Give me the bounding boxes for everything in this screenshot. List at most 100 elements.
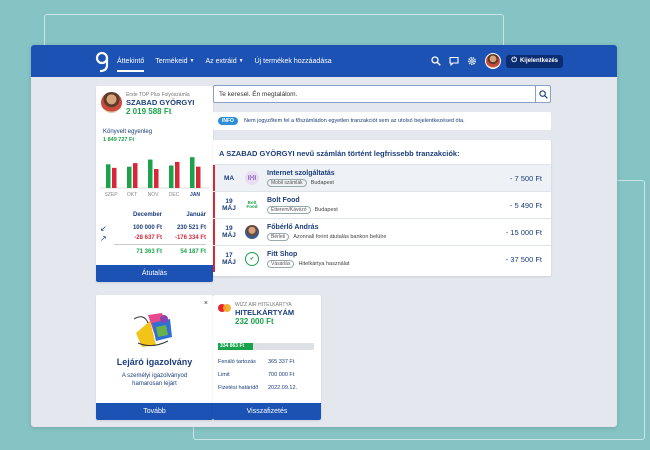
date-month: MÁJ <box>222 259 236 266</box>
comparison-header: December <box>132 212 162 218</box>
top-nav: Áttekintő Termékeid ▼ Az extráid ▼ Új term… <box>31 45 617 77</box>
chart-bar-income <box>127 166 132 188</box>
expire-title: Lejáró igazolvány <box>116 357 193 367</box>
net-dec: 71 363 Ft <box>136 249 162 255</box>
chart-bar-expense <box>133 163 138 188</box>
search-input[interactable]: Te keresel. Én megtalálom. <box>213 85 551 103</box>
chat-icon[interactable] <box>448 55 460 67</box>
power-icon: ⏻ <box>511 57 517 64</box>
date-month: MÁJ <box>222 232 236 239</box>
transfer-button[interactable]: Átutalás <box>96 265 213 282</box>
category-tag: Étterem/Kávézó <box>267 205 311 214</box>
expiring-id-card: × Lejáró igazolvány A személyi igazolván… <box>96 295 213 420</box>
info-badge: INFO <box>218 117 238 125</box>
account-name: SZABAD GYÖRGYI <box>126 98 195 107</box>
credit-progress-bar: 334 863 Ft <box>218 343 314 350</box>
antenna-icon: ((•)) <box>245 171 259 185</box>
credit-name: HITELKÁRTYÁM <box>235 308 295 317</box>
chart-tick-label: NOV <box>148 192 160 198</box>
chevron-down-icon: ▼ <box>189 58 195 64</box>
credit-row-label: Fizetési határidő <box>218 385 259 391</box>
transaction-detail: Hitelkártya használat <box>298 260 350 267</box>
id-card-illustration-icon <box>133 313 172 347</box>
account-avatar <box>101 92 122 113</box>
transaction-row[interactable]: 19 MÁJ Bolt Food Bolt Food Étterem/Kávézó B… <box>213 191 551 218</box>
transaction-row[interactable]: MA ((•)) Internet szolgáltatás Mobil szá… <box>213 164 551 191</box>
app-window: Áttekintő Termékeid ▼ Az extráid ▼ Új term… <box>31 45 617 427</box>
category-tag: Bérleti <box>267 232 290 241</box>
nav-label: Az extráid <box>205 57 237 65</box>
date-day: MA <box>223 174 235 182</box>
divider <box>114 244 206 245</box>
repay-button[interactable]: Visszafizetés <box>213 403 321 420</box>
chart-bar-expense <box>196 166 201 188</box>
chart-tick-label: SZEP <box>104 192 118 198</box>
expire-text: A személyi igazolványod hamarosan lejárt <box>121 373 188 387</box>
expense-jan: -176 334 Ft <box>174 235 206 241</box>
chart-tick-label: JAN <box>190 192 200 198</box>
search-placeholder: Te keresel. Én megtalálom. <box>219 90 298 98</box>
chevron-down-icon: ▼ <box>238 58 244 64</box>
expense-dec: -28 637 Ft <box>134 235 162 241</box>
credit-row: Limit 700 000 Ft <box>218 372 318 378</box>
chart-bar-expense <box>175 161 180 188</box>
chart-bar-income <box>169 165 174 188</box>
george-logo-icon[interactable] <box>94 51 110 73</box>
credit-row-label: Fenáló tartozás <box>218 359 256 365</box>
close-icon[interactable]: × <box>204 300 208 307</box>
transaction-name: Internet szolgáltatás <box>267 169 335 177</box>
continue-button[interactable]: Tovább <box>96 403 213 420</box>
account-balance: 2 019 588 Ft <box>126 107 172 116</box>
transaction-name: Bolt Food <box>267 196 300 204</box>
arrow-up-right-icon: ↗ <box>100 233 107 243</box>
nav-products[interactable]: Termékeid ▼ <box>155 45 194 77</box>
transaction-detail: Budapest <box>314 206 338 213</box>
chart-bar-income <box>106 164 111 188</box>
transaction-row[interactable]: 17 MÁJ ✔ Fitt Shop Vásárlás Hitelkártya ha… <box>213 245 551 272</box>
credit-balance: 232 000 Ft <box>235 317 274 326</box>
transaction-amount: - 37 500 Ft <box>505 254 542 264</box>
transaction-date: MA <box>213 175 245 182</box>
search-icon <box>538 89 548 99</box>
arrow-down-left-icon: ↙ <box>100 223 107 233</box>
gear-icon[interactable] <box>466 55 478 67</box>
comparison-table: December Január ↙ 100 000 Ft 230 521 Ft … <box>100 210 210 257</box>
transaction-row[interactable]: 19 MÁJ Főbérlő András Bérleti Azonnali for… <box>213 218 551 245</box>
credit-row-value: 2022.09.12. <box>268 385 298 391</box>
logout-button[interactable]: ⏻ Kijelentkezés <box>506 54 563 68</box>
user-avatar[interactable] <box>485 53 502 69</box>
transactions-title: A SZABAD GYÖRGYI nevű számlán történt le… <box>219 149 460 158</box>
credit-row-value: 700 000 Ft <box>268 372 295 378</box>
income-dec: 100 000 Ft <box>132 225 162 231</box>
chart-bar-income <box>190 157 195 188</box>
category-tag: Mobil számlák <box>267 178 307 187</box>
person-icon <box>245 225 259 239</box>
date-day: 19 <box>225 198 233 205</box>
credit-card-card[interactable]: WIZZ AIR HITELKÁRTYA HITELKÁRTYÁM 232 00… <box>213 295 321 420</box>
net-jan: 54 187 Ft <box>180 249 206 255</box>
mastercard-icon <box>218 304 232 314</box>
transaction-detail: Budapest <box>310 179 334 186</box>
transaction-amount: - 15 000 Ft <box>505 227 542 237</box>
row-accent <box>213 165 215 191</box>
monthly-chart: SZEP OKT NOV DEC JAN <box>96 148 213 198</box>
transaction-name: Főbérlő András <box>267 223 319 231</box>
booked-balance-label: Könyvelt egyenleg <box>103 129 153 135</box>
nav-new-products[interactable]: Új termékek hozzáadása <box>255 45 332 77</box>
transaction-date: 19 MÁJ <box>213 198 245 212</box>
search-icon[interactable] <box>430 55 442 67</box>
nav-label: Áttekintő <box>117 57 145 65</box>
credit-row-value: 365 337 Ft <box>268 359 295 365</box>
nav-overview[interactable]: Áttekintő <box>117 45 145 77</box>
info-text: Nem jogyzőtem fel a főszámládon egyetlen… <box>243 118 465 124</box>
chart-tick-label: DEC <box>169 192 180 198</box>
nav-extras[interactable]: Az extráid ▼ <box>206 45 244 77</box>
credit-row: Fizetési határidő 2022.09.12. <box>218 385 318 391</box>
logout-label: Kijelentkezés <box>519 58 558 64</box>
credit-row: Fenáló tartozás 365 337 Ft <box>218 359 318 365</box>
transaction-name: Fitt Shop <box>267 250 298 258</box>
search-button[interactable] <box>535 86 550 102</box>
transaction-date: 17 MÁJ <box>213 252 245 266</box>
account-card[interactable]: Erste TOP Plus Folyószámla SZABAD GYÖRGY… <box>96 86 213 282</box>
income-jan: 230 521 Ft <box>176 225 206 231</box>
